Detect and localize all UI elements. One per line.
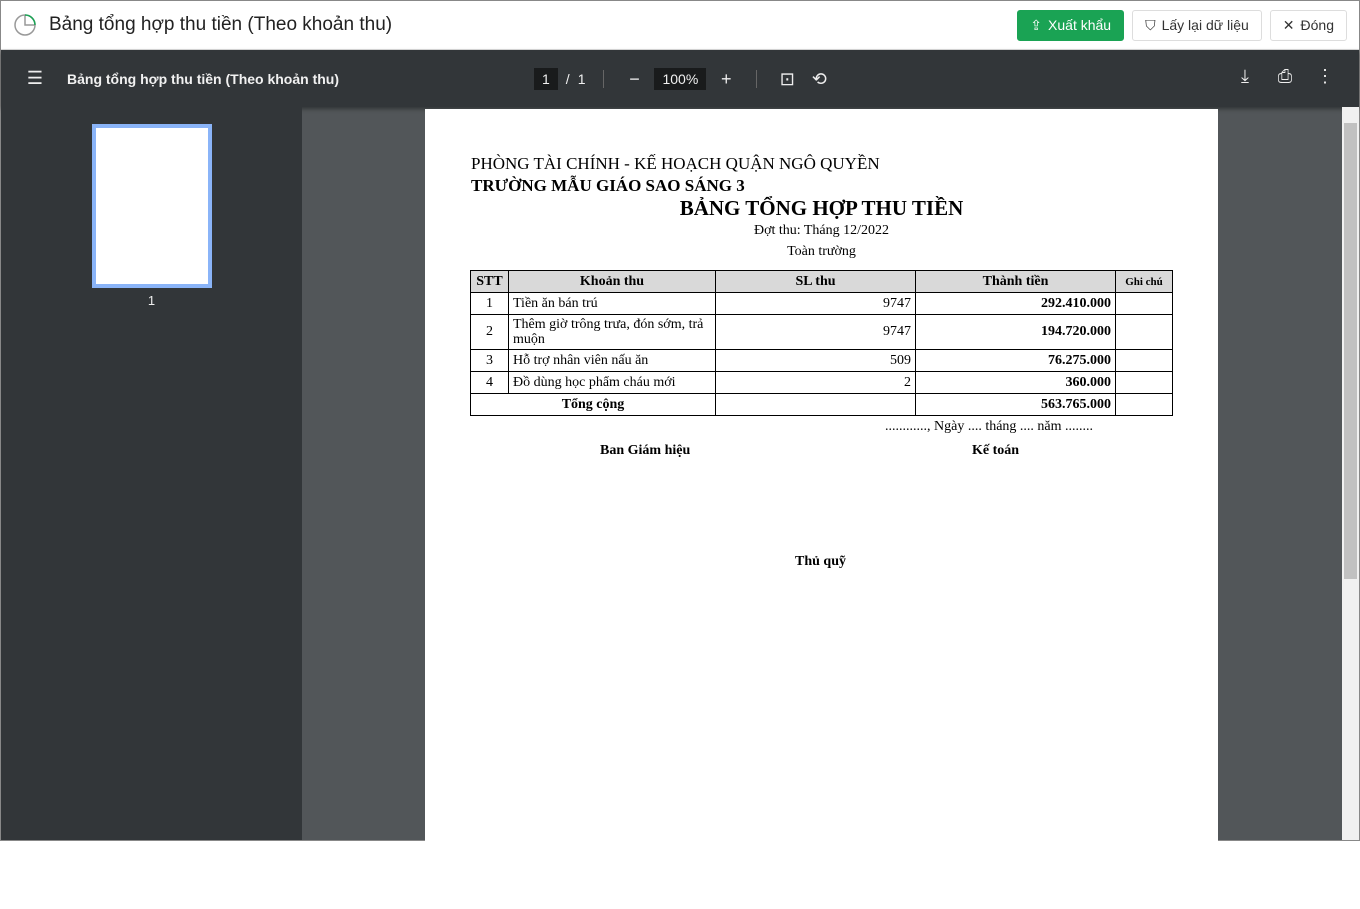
zoom-out-icon[interactable]: − bbox=[622, 69, 646, 90]
signature-board: Ban Giám hiệu bbox=[600, 443, 691, 458]
department: PHÒNG TÀI CHÍNH - KẾ HOẠCH QUẬN NGÔ QUYỀ… bbox=[471, 154, 880, 173]
total-label: Tổng cộng bbox=[470, 393, 716, 416]
cell: 194.720.000 bbox=[915, 314, 1116, 350]
app-title: Bảng tổng hợp thu tiền (Theo khoản thu) bbox=[49, 14, 393, 35]
filter-icon: ⛉ bbox=[1145, 16, 1156, 33]
cell: 360.000 bbox=[915, 371, 1116, 394]
col-header: STT bbox=[470, 270, 509, 293]
school-name: TRƯỜNG MẪU GIÁO SAO SÁNG 3 bbox=[471, 176, 745, 195]
period: Đợt thu: Tháng 12/2022 bbox=[753, 223, 890, 238]
pdf-toolbar: ☰ Bảng tổng hợp thu tiền (Theo khoản thu… bbox=[1, 50, 1359, 107]
scope: Toàn trường bbox=[787, 244, 856, 259]
export-label: Xuất khẩu bbox=[1048, 17, 1112, 33]
cell: 1 bbox=[470, 292, 509, 315]
pdf-title: Bảng tổng hợp thu tiền (Theo khoản thu) bbox=[67, 70, 340, 87]
zoom-in-icon[interactable]: + bbox=[714, 69, 738, 90]
cell: Hỗ trợ nhân viên nấu ăn bbox=[508, 349, 716, 372]
cell: 2 bbox=[470, 314, 509, 350]
cell: Thêm giờ trông trưa, đón sớm, trả muộn bbox=[508, 314, 716, 350]
more-options-icon[interactable]: ⋮ bbox=[1313, 66, 1337, 87]
table-row: 4 Đồ dùng học phẩm cháu mới 2 360.000 bbox=[470, 371, 1173, 394]
divider bbox=[756, 70, 758, 88]
cell: 76.275.000 bbox=[915, 349, 1116, 372]
page-count: 1 bbox=[577, 71, 586, 87]
upload-icon: ⇪ bbox=[1030, 16, 1043, 33]
table-row: 2 Thêm giờ trông trưa, đón sớm, trả muộn 9… bbox=[470, 314, 1173, 350]
reload-button[interactable]: ⛉ Lấy lại dữ liệu bbox=[1132, 9, 1262, 41]
date-line: ............, Ngày .... tháng .... năm .… bbox=[885, 419, 1094, 434]
report-title: BẢNG TỔNG HỢP THU TIỀN bbox=[679, 196, 964, 220]
zoom-input[interactable]: 100% bbox=[654, 68, 707, 90]
pdf-viewer: ☰ Bảng tổng hợp thu tiền (Theo khoản thu… bbox=[1, 50, 1359, 909]
download-icon[interactable]: ⤓ bbox=[1233, 66, 1257, 87]
print-icon[interactable]: ⎙ bbox=[1273, 66, 1297, 87]
scrollbar-thumb[interactable] bbox=[1344, 123, 1357, 579]
thumbnail-sidebar: 1 bbox=[1, 107, 302, 840]
close-button[interactable]: ✕ Đóng bbox=[1269, 9, 1347, 41]
close-label: Đóng bbox=[1300, 17, 1334, 33]
export-button[interactable]: ⇪ Xuất khẩu bbox=[1017, 9, 1125, 41]
signature-treasurer: Thủ quỹ bbox=[795, 554, 846, 569]
cell bbox=[1115, 393, 1173, 416]
menu-icon[interactable]: ☰ bbox=[23, 68, 47, 89]
pdf-page: PHÒNG TÀI CHÍNH - KẾ HOẠCH QUẬN NGÔ QUYỀ… bbox=[425, 109, 1218, 909]
col-header: Ghi chú bbox=[1115, 270, 1173, 293]
fit-page-icon[interactable]: ⊡ bbox=[775, 69, 799, 90]
cell: Tiền ăn bán trú bbox=[508, 292, 716, 315]
cell bbox=[1115, 292, 1173, 315]
col-header: Khoản thu bbox=[508, 270, 716, 293]
cell bbox=[1115, 314, 1173, 350]
report-icon bbox=[14, 14, 36, 36]
summary-table: STT Khoản thu SL thu Thành tiền Ghi chú … bbox=[470, 270, 1173, 416]
cell: 4 bbox=[470, 371, 509, 394]
page-thumbnail[interactable] bbox=[92, 124, 212, 288]
total-value: 563.765.000 bbox=[915, 393, 1116, 416]
col-header: Thành tiền bbox=[915, 270, 1116, 293]
app-header: Bảng tổng hợp thu tiền (Theo khoản thu) … bbox=[1, 1, 1359, 50]
reload-label: Lấy lại dữ liệu bbox=[1161, 17, 1249, 33]
divider bbox=[603, 70, 605, 88]
cell bbox=[715, 393, 916, 416]
table-header: STT Khoản thu SL thu Thành tiền Ghi chú bbox=[470, 270, 1173, 293]
cell bbox=[1115, 371, 1173, 394]
signature-accountant: Kế toán bbox=[972, 443, 1020, 458]
cell: Đồ dùng học phẩm cháu mới bbox=[508, 371, 716, 394]
table-row: 3 Hỗ trợ nhân viên nấu ăn 509 76.275.000 bbox=[470, 349, 1173, 372]
thumbnail-label: 1 bbox=[147, 293, 156, 308]
page-separator: / bbox=[565, 71, 570, 87]
close-icon: ✕ bbox=[1282, 16, 1295, 33]
cell: 2 bbox=[715, 371, 916, 394]
page-input[interactable]: 1 bbox=[534, 68, 558, 90]
rotate-icon[interactable]: ⟲ bbox=[807, 69, 831, 90]
cell: 3 bbox=[470, 349, 509, 372]
cell: 292.410.000 bbox=[915, 292, 1116, 315]
col-header: SL thu bbox=[715, 270, 916, 293]
total-row: Tổng cộng 563.765.000 bbox=[470, 393, 1173, 416]
scrollbar[interactable] bbox=[1342, 107, 1359, 840]
cell: 9747 bbox=[715, 314, 916, 350]
cell bbox=[1115, 349, 1173, 372]
cell: 9747 bbox=[715, 292, 916, 315]
table-row: 1 Tiền ăn bán trú 9747 292.410.000 bbox=[470, 292, 1173, 315]
cell: 509 bbox=[715, 349, 916, 372]
